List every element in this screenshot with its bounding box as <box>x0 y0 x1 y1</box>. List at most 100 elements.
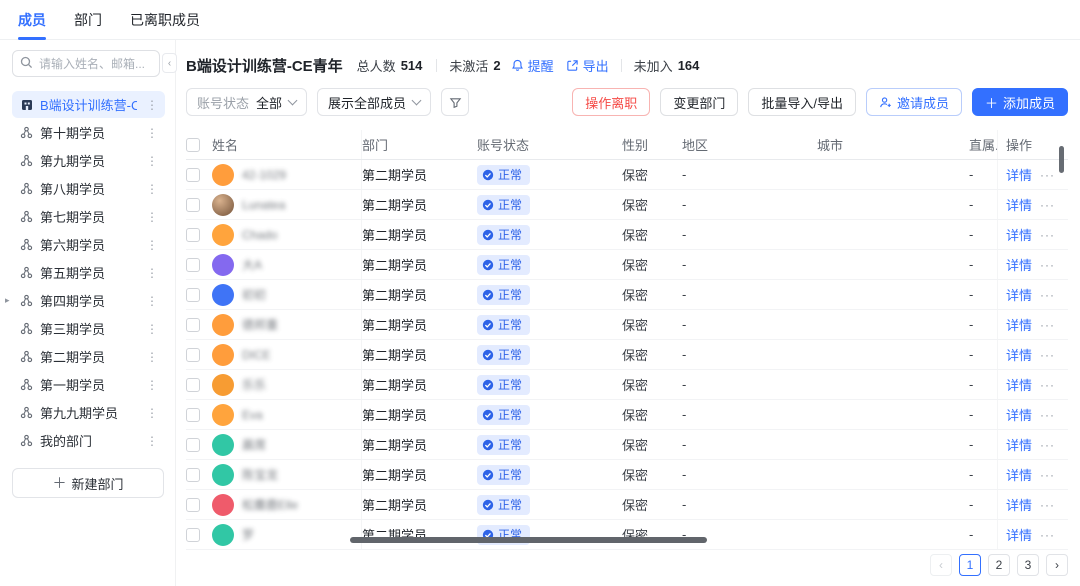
member-gender: 保密 <box>622 258 649 273</box>
sidebar-department-item[interactable]: ▸ 第三期学员 ⋮ <box>12 315 165 342</box>
detail-link[interactable]: 详情 <box>1006 525 1032 544</box>
sidebar-department-item[interactable]: ▸ 第九期学员 ⋮ <box>12 147 165 174</box>
tab-members[interactable]: 成员 <box>18 0 46 40</box>
check-circle-icon <box>482 499 494 510</box>
select-all-checkbox[interactable] <box>186 137 200 152</box>
sidebar-department-item[interactable]: ▸ 第九九期学员 ⋮ <box>12 399 165 426</box>
detail-link[interactable]: 详情 <box>1006 375 1032 394</box>
detail-link[interactable]: 详情 <box>1006 225 1032 244</box>
detail-link[interactable]: 详情 <box>1006 165 1032 184</box>
item-menu-button[interactable]: ⋮ <box>143 98 161 112</box>
export-link[interactable]: 导出 <box>566 56 609 75</box>
detail-link[interactable]: 详情 <box>1006 405 1032 424</box>
more-actions-button[interactable]: ··· <box>1040 288 1053 302</box>
sidebar-department-item[interactable]: ▸ 第一期学员 ⋮ <box>12 371 165 398</box>
detail-link[interactable]: 详情 <box>1006 465 1032 484</box>
display-scope-select[interactable]: 展示全部成员 <box>317 88 432 116</box>
filter-icon <box>449 97 461 108</box>
sidebar-department-item[interactable]: ▸ 第六期学员 ⋮ <box>12 231 165 258</box>
item-menu-button[interactable]: ⋮ <box>143 378 161 392</box>
sidebar-department-item[interactable]: ▸ 第二期学员 ⋮ <box>12 343 165 370</box>
status-badge: 正常 <box>477 344 531 365</box>
more-actions-button[interactable]: ··· <box>1040 228 1053 242</box>
more-actions-button[interactable]: ··· <box>1040 348 1053 362</box>
sidebar-department-item[interactable]: ▸ 第四期学员 ⋮ <box>5 287 165 314</box>
row-checkbox[interactable] <box>186 527 200 542</box>
more-actions-button[interactable]: ··· <box>1040 378 1053 392</box>
vertical-scrollbar[interactable] <box>1059 146 1064 173</box>
filter-button[interactable] <box>441 88 470 116</box>
item-menu-button[interactable]: ⋮ <box>143 126 161 140</box>
detail-link[interactable]: 详情 <box>1006 315 1032 334</box>
row-checkbox[interactable] <box>186 467 200 482</box>
prev-page-button[interactable]: ‹ <box>930 554 952 576</box>
detail-link[interactable]: 详情 <box>1006 255 1032 274</box>
more-actions-button[interactable]: ··· <box>1040 318 1053 332</box>
invite-member-button[interactable]: 邀请成员 <box>865 88 962 116</box>
row-checkbox[interactable] <box>186 197 200 212</box>
sidebar-department-item[interactable]: ▸ 第八期学员 ⋮ <box>12 175 165 202</box>
item-menu-button[interactable]: ⋮ <box>143 182 161 196</box>
item-menu-button[interactable]: ⋮ <box>143 322 161 336</box>
sidebar-item-label: 第八期学员 <box>40 182 106 197</box>
more-actions-button[interactable]: ··· <box>1040 258 1053 272</box>
sidebar-department-item[interactable]: ▸ 第五期学员 ⋮ <box>12 259 165 286</box>
expand-caret-icon[interactable]: ▸ <box>5 295 10 306</box>
search-input[interactable] <box>12 50 160 77</box>
row-checkbox[interactable] <box>186 437 200 452</box>
more-actions-button[interactable]: ··· <box>1040 198 1053 212</box>
more-actions-button[interactable]: ··· <box>1040 468 1053 482</box>
page-button[interactable]: 2 <box>988 554 1010 576</box>
detail-link[interactable]: 详情 <box>1006 285 1032 304</box>
row-checkbox[interactable] <box>186 497 200 512</box>
horizontal-scrollbar[interactable] <box>350 537 707 543</box>
tab-departed-members[interactable]: 已离职成员 <box>130 0 200 40</box>
page-button[interactable]: 1 <box>959 554 981 576</box>
more-actions-button[interactable]: ··· <box>1040 168 1053 182</box>
row-checkbox[interactable] <box>186 287 200 302</box>
resign-button[interactable]: 操作离职 <box>572 88 651 116</box>
row-checkbox[interactable] <box>186 317 200 332</box>
page-button[interactable]: 3 <box>1017 554 1039 576</box>
row-checkbox[interactable] <box>186 257 200 272</box>
detail-link[interactable]: 详情 <box>1006 195 1032 214</box>
item-menu-button[interactable]: ⋮ <box>143 350 161 364</box>
sidebar-item-root-department[interactable]: B端设计训练营-CE... ⋮ <box>12 91 165 118</box>
item-menu-button[interactable]: ⋮ <box>143 294 161 308</box>
detail-link[interactable]: 详情 <box>1006 495 1032 514</box>
collapse-sidebar-button[interactable]: ‹ <box>162 53 177 73</box>
row-checkbox[interactable] <box>186 407 200 422</box>
more-actions-button[interactable]: ··· <box>1040 498 1053 512</box>
more-actions-button[interactable]: ··· <box>1040 438 1053 452</box>
sidebar-department-item[interactable]: ▸ 第七期学员 ⋮ <box>12 203 165 230</box>
check-circle-icon <box>482 379 494 390</box>
member-management-page: 成员 部门 已离职成员 B端设计训练营-CE... ⋮ ▸ <box>0 0 1080 586</box>
detail-link[interactable]: 详情 <box>1006 435 1032 454</box>
sidebar-department-item[interactable]: ▸ 我的部门 ⋮ <box>12 427 165 454</box>
tab-departments[interactable]: 部门 <box>74 0 102 40</box>
page-number-list: 123 <box>959 554 1039 576</box>
more-actions-button[interactable]: ··· <box>1040 408 1053 422</box>
item-menu-button[interactable]: ⋮ <box>143 266 161 280</box>
account-status-select[interactable]: 账号状态 全部 <box>186 88 308 116</box>
add-member-button[interactable]: ＋ 添加成员 <box>971 88 1068 116</box>
remind-link[interactable]: 提醒 <box>511 56 554 75</box>
row-checkbox[interactable] <box>186 227 200 242</box>
item-menu-button[interactable]: ⋮ <box>143 154 161 168</box>
row-checkbox[interactable] <box>186 377 200 392</box>
batch-import-export-button[interactable]: 批量导入/导出 <box>748 88 856 116</box>
row-checkbox[interactable] <box>186 347 200 362</box>
change-department-button[interactable]: 变更部门 <box>660 88 739 116</box>
next-page-button[interactable]: › <box>1046 554 1068 576</box>
row-checkbox[interactable] <box>186 167 200 182</box>
item-menu-button[interactable]: ⋮ <box>143 406 161 420</box>
item-menu-button[interactable]: ⋮ <box>143 210 161 224</box>
not-joined-value: 164 <box>677 57 700 73</box>
item-menu-button[interactable]: ⋮ <box>143 434 161 448</box>
new-department-label: 新建部门 <box>71 476 124 492</box>
sidebar-department-item[interactable]: ▸ 第十期学员 ⋮ <box>12 119 165 146</box>
item-menu-button[interactable]: ⋮ <box>143 238 161 252</box>
detail-link[interactable]: 详情 <box>1006 345 1032 364</box>
more-actions-button[interactable]: ··· <box>1040 528 1053 542</box>
new-department-button[interactable]: ＋ 新建部门 <box>12 468 164 498</box>
